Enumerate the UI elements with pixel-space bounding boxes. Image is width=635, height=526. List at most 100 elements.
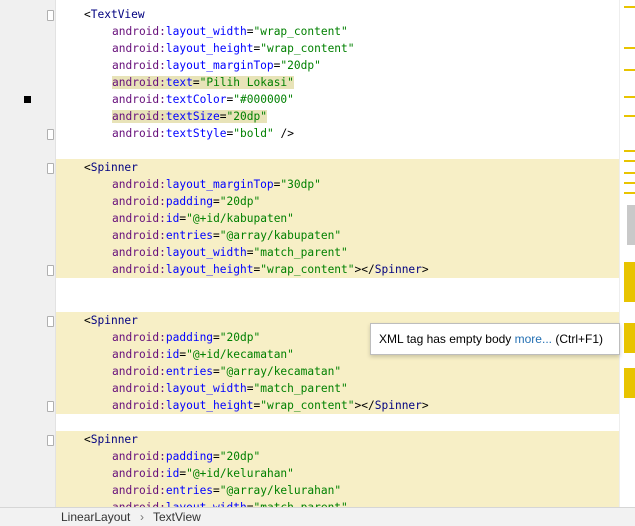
stripe-warning-mark[interactable] <box>624 115 635 117</box>
code-line[interactable]: 43android:layout_width="match_parent" <box>56 244 619 261</box>
attr-value-text: wrap_content <box>266 399 348 412</box>
error-stripe[interactable] <box>619 0 635 507</box>
attr-equals: = <box>213 331 220 344</box>
code-line[interactable]: 35android:textSize="20dp" <box>56 108 619 125</box>
code-text: android:entries="@array/kelurahan" <box>112 482 341 499</box>
stripe-warning-mark[interactable] <box>624 172 635 174</box>
attr-value: "20dp" <box>219 331 261 344</box>
attr-value-text: 20dp <box>287 59 315 72</box>
code-line[interactable]: 32android:layout_marginTop="20dp" <box>56 57 619 74</box>
stripe-warning-block[interactable] <box>624 262 635 302</box>
fold-toggle-icon[interactable] <box>47 316 54 327</box>
code-line[interactable]: 54<Spinner <box>56 431 619 448</box>
attr-name: padding <box>165 331 214 344</box>
attribute: android:entries="@array/kabupaten" <box>112 229 341 242</box>
attr-namespace: android: <box>112 212 166 225</box>
tooltip-more-link[interactable]: more... <box>515 332 552 346</box>
code-text: android:textStyle="bold" /> <box>112 125 294 142</box>
attr-value: "@+id/kelurahan" <box>186 467 294 480</box>
breadcrumb-item-textview[interactable]: TextView <box>153 508 201 526</box>
stripe-warning-mark[interactable] <box>624 96 635 98</box>
code-line[interactable]: 30android:layout_width="wrap_content" <box>56 23 619 40</box>
code-text: android:text="Pilih Lokasi" <box>112 74 294 91</box>
attribute: android:textColor="#000000" <box>112 93 294 106</box>
code-text: android:layout_width="match_parent" <box>112 380 348 397</box>
stripe-warning-block[interactable] <box>624 368 635 398</box>
attr-equals: = <box>213 229 220 242</box>
stripe-warning-mark[interactable] <box>624 160 635 162</box>
attribute: android:text="Pilih Lokasi" <box>112 76 294 89</box>
code-line[interactable]: 56android:id="@+id/kelurahan" <box>56 465 619 482</box>
stripe-warning-mark[interactable] <box>624 182 635 184</box>
code-line[interactable]: 55android:padding="20dp" <box>56 448 619 465</box>
attribute: android:id="@+id/kecamatan" <box>112 348 294 361</box>
attr-value-text: bold <box>240 127 267 140</box>
code-line[interactable]: 42android:entries="@array/kabupaten" <box>56 227 619 244</box>
code-line[interactable]: 40android:padding="20dp" <box>56 193 619 210</box>
fold-toggle-icon[interactable] <box>47 435 54 446</box>
attr-value: "@array/kabupaten" <box>219 229 342 242</box>
stripe-warning-mark[interactable] <box>624 47 635 49</box>
attr-namespace: android: <box>112 76 166 89</box>
code-text: android:entries="@array/kecamatan" <box>112 363 341 380</box>
attr-name: entries <box>165 484 214 497</box>
attr-namespace: android: <box>112 127 166 140</box>
tag-bracket: > <box>421 263 429 276</box>
code-line[interactable]: 51android:layout_width="match_parent" <box>56 380 619 397</box>
code-line[interactable]: 57android:entries="@array/kelurahan" <box>56 482 619 499</box>
attribute: android:layout_width="match_parent" <box>112 382 348 395</box>
stripe-warning-mark[interactable] <box>624 150 635 152</box>
stripe-warning-mark[interactable] <box>624 69 635 71</box>
attr-value: "20dp" <box>219 450 261 463</box>
attr-value-text: @array/kelurahan <box>226 484 335 497</box>
scrollbar-thumb[interactable] <box>627 205 635 245</box>
fold-toggle-icon[interactable] <box>47 163 54 174</box>
bookmark-marker-icon[interactable] <box>24 96 31 103</box>
attr-name: layout_marginTop <box>165 59 274 72</box>
attr-value-text: wrap_content <box>266 263 348 276</box>
code-text: android:layout_height="wrap_content" <box>112 40 355 57</box>
code-line[interactable]: 46 <box>56 295 619 312</box>
code-line[interactable]: 39android:layout_marginTop="30dp" <box>56 176 619 193</box>
attribute: android:textSize="20dp" <box>112 110 267 123</box>
attribute: android:layout_width="match_parent" <box>112 246 348 259</box>
code-line[interactable]: 29<TextView <box>56 6 619 23</box>
code-line[interactable]: 50android:entries="@array/kecamatan" <box>56 363 619 380</box>
code-text: android:layout_width="match_parent" <box>112 499 348 507</box>
attr-value: "20dp" <box>226 110 267 123</box>
stripe-warning-mark[interactable] <box>624 192 635 194</box>
attr-equals: = <box>213 450 220 463</box>
breadcrumb-item-linearlayout[interactable]: LinearLayout <box>61 508 130 526</box>
code-line[interactable]: 41android:id="@+id/kabupaten" <box>56 210 619 227</box>
attr-name: layout_height <box>165 399 254 412</box>
fold-toggle-icon[interactable] <box>47 10 54 21</box>
code-editor[interactable]: 29<TextView30android:layout_width="wrap_… <box>56 0 619 507</box>
stripe-warning-mark[interactable] <box>624 6 635 8</box>
code-line[interactable]: 37 <box>56 142 619 159</box>
breadcrumb: LinearLayout › TextView <box>0 507 635 526</box>
fold-toggle-icon[interactable] <box>47 401 54 412</box>
attribute: android:layout_height="wrap_content" <box>112 42 355 55</box>
attr-namespace: android: <box>112 178 166 191</box>
code-line[interactable]: 58android:layout_width="match_parent" <box>56 499 619 507</box>
tag-self-close: /> <box>273 127 294 140</box>
code-line[interactable]: 44android:layout_height="wrap_content"><… <box>56 261 619 278</box>
code-line[interactable]: 31android:layout_height="wrap_content" <box>56 40 619 57</box>
stripe-warning-block[interactable] <box>624 323 635 353</box>
attr-name: layout_marginTop <box>165 178 274 191</box>
code-line[interactable]: 45 <box>56 278 619 295</box>
code-line[interactable]: 36android:textStyle="bold" /> <box>56 125 619 142</box>
tag-name: Spinner <box>90 433 138 446</box>
attr-namespace: android: <box>112 467 166 480</box>
code-line[interactable]: 38<Spinner <box>56 159 619 176</box>
code-line[interactable]: 34android:textColor="#000000" <box>56 91 619 108</box>
fold-toggle-icon[interactable] <box>47 129 54 140</box>
fold-toggle-icon[interactable] <box>47 265 54 276</box>
attribute: android:entries="@array/kecamatan" <box>112 365 341 378</box>
attr-value-text: @array/kabupaten <box>226 229 335 242</box>
code-line[interactable]: 52android:layout_height="wrap_content"><… <box>56 397 619 414</box>
code-line[interactable]: 53 <box>56 414 619 431</box>
code-line[interactable]: 33android:text="Pilih Lokasi" <box>56 74 619 91</box>
tag-bracket: ></ <box>354 263 375 276</box>
attr-equals: = <box>213 484 220 497</box>
